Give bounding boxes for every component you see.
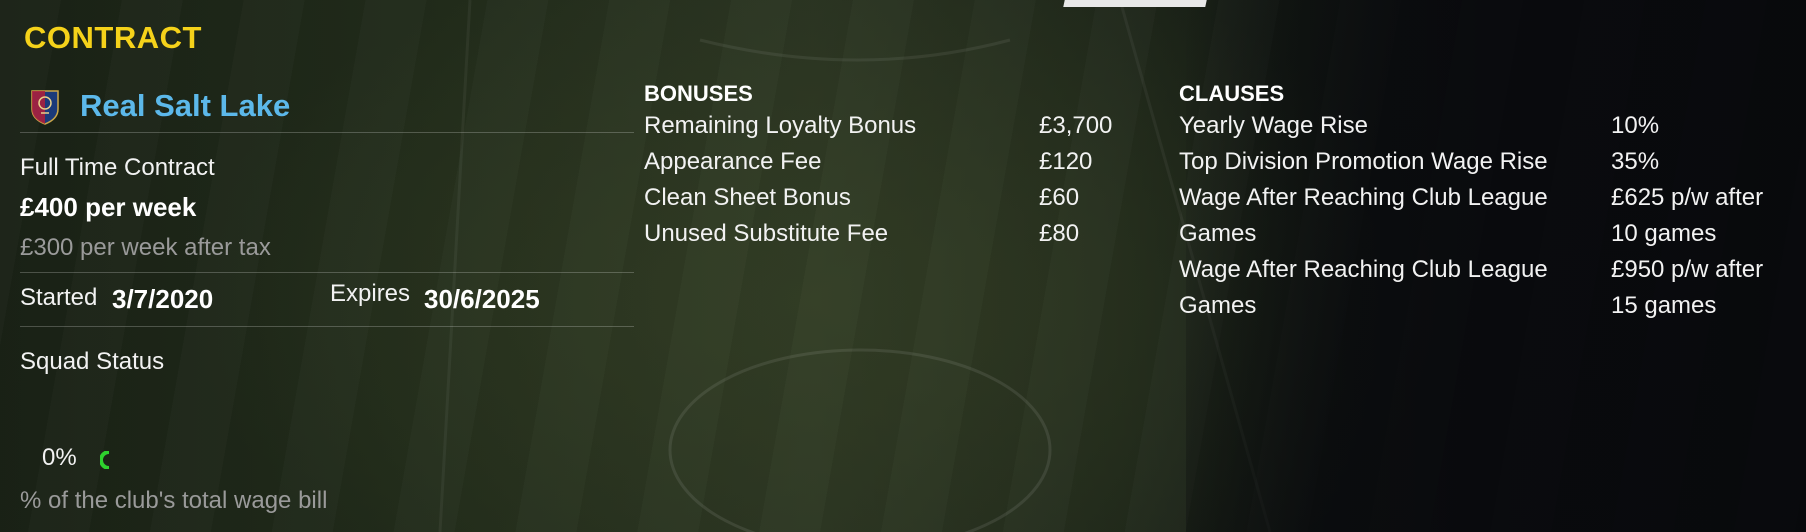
- clauses-heading: CLAUSES: [1179, 81, 1285, 106]
- clause-row: Wage After Reaching Club League £950 p/w…: [1179, 252, 1799, 288]
- bonus-label: Unused Substitute Fee: [644, 220, 889, 247]
- clause-label: Top Division Promotion Wage Rise: [1179, 148, 1548, 175]
- expires-date: 30/6/2025: [424, 284, 540, 314]
- bonus-label: Appearance Fee: [644, 148, 822, 175]
- weekly-wage: £400 per week: [20, 192, 197, 222]
- started-label: Started: [20, 284, 98, 311]
- clause-label: Yearly Wage Rise: [1179, 112, 1368, 139]
- started-date: 3/7/2020: [112, 284, 214, 314]
- wage-bill-caption: % of the club's total wage bill: [20, 487, 328, 514]
- clause-value: 10%: [1611, 112, 1660, 139]
- clause-value: 15 games: [1611, 292, 1717, 319]
- clause-row: Wage After Reaching Club League £625 p/w…: [1179, 180, 1799, 216]
- bonus-value: £120: [1039, 148, 1093, 175]
- bonus-value: £60: [1039, 184, 1080, 211]
- clauses-panel: CLAUSES Yearly Wage Rise 10% Top Divisio…: [1179, 80, 1799, 324]
- section-title: CONTRACT: [24, 20, 202, 55]
- club-crest-icon: [31, 90, 59, 125]
- bonus-row: Remaining Loyalty Bonus £3,700: [644, 108, 1144, 144]
- bonuses-panel: BONUSES Remaining Loyalty Bonus £3,700 A…: [644, 80, 1144, 252]
- wage-after-tax: £300 per week after tax: [20, 234, 271, 261]
- active-tab-indicator: [1063, 0, 1207, 7]
- bonuses-heading: BONUSES: [644, 81, 753, 106]
- clause-row: Yearly Wage Rise 10%: [1179, 108, 1799, 144]
- clause-value: 10 games: [1611, 220, 1717, 247]
- clause-row: Games 15 games: [1179, 288, 1799, 324]
- clause-value: £625 p/w after: [1611, 184, 1764, 211]
- clause-label: Games: [1179, 220, 1257, 247]
- wage-bill-ring-icon: [100, 451, 110, 469]
- clause-label: Wage After Reaching Club League: [1179, 184, 1548, 211]
- contract-summary: Full Time Contract £400 per week £300 pe…: [20, 150, 634, 273]
- wage-bill-percent: 0%: [42, 444, 77, 471]
- clause-row: Top Division Promotion Wage Rise 35%: [1179, 144, 1799, 180]
- bonus-label: Clean Sheet Bonus: [644, 184, 851, 211]
- contract-dates: Started 3/7/2020 Expires 30/6/2025: [20, 274, 634, 327]
- bonus-row: Appearance Fee £120: [644, 144, 1144, 180]
- contract-type: Full Time Contract: [20, 154, 215, 181]
- squad-status-label: Squad Status: [20, 348, 165, 375]
- clause-value: 35%: [1611, 148, 1660, 175]
- expires-label: Expires: [330, 280, 411, 307]
- bonus-row: Unused Substitute Fee £80: [644, 216, 1144, 252]
- bonus-row: Clean Sheet Bonus £60: [644, 180, 1144, 216]
- clause-value: £950 p/w after: [1611, 256, 1764, 283]
- bonus-label: Remaining Loyalty Bonus: [644, 112, 917, 139]
- bonus-value: £3,700: [1039, 112, 1113, 139]
- bonus-value: £80: [1039, 220, 1080, 247]
- clause-label: Wage After Reaching Club League: [1179, 256, 1548, 283]
- club-name-link[interactable]: Real Salt Lake: [80, 88, 290, 124]
- club-row[interactable]: Real Salt Lake: [20, 80, 634, 133]
- clause-label: Games: [1179, 292, 1257, 319]
- clause-row: Games 10 games: [1179, 216, 1799, 252]
